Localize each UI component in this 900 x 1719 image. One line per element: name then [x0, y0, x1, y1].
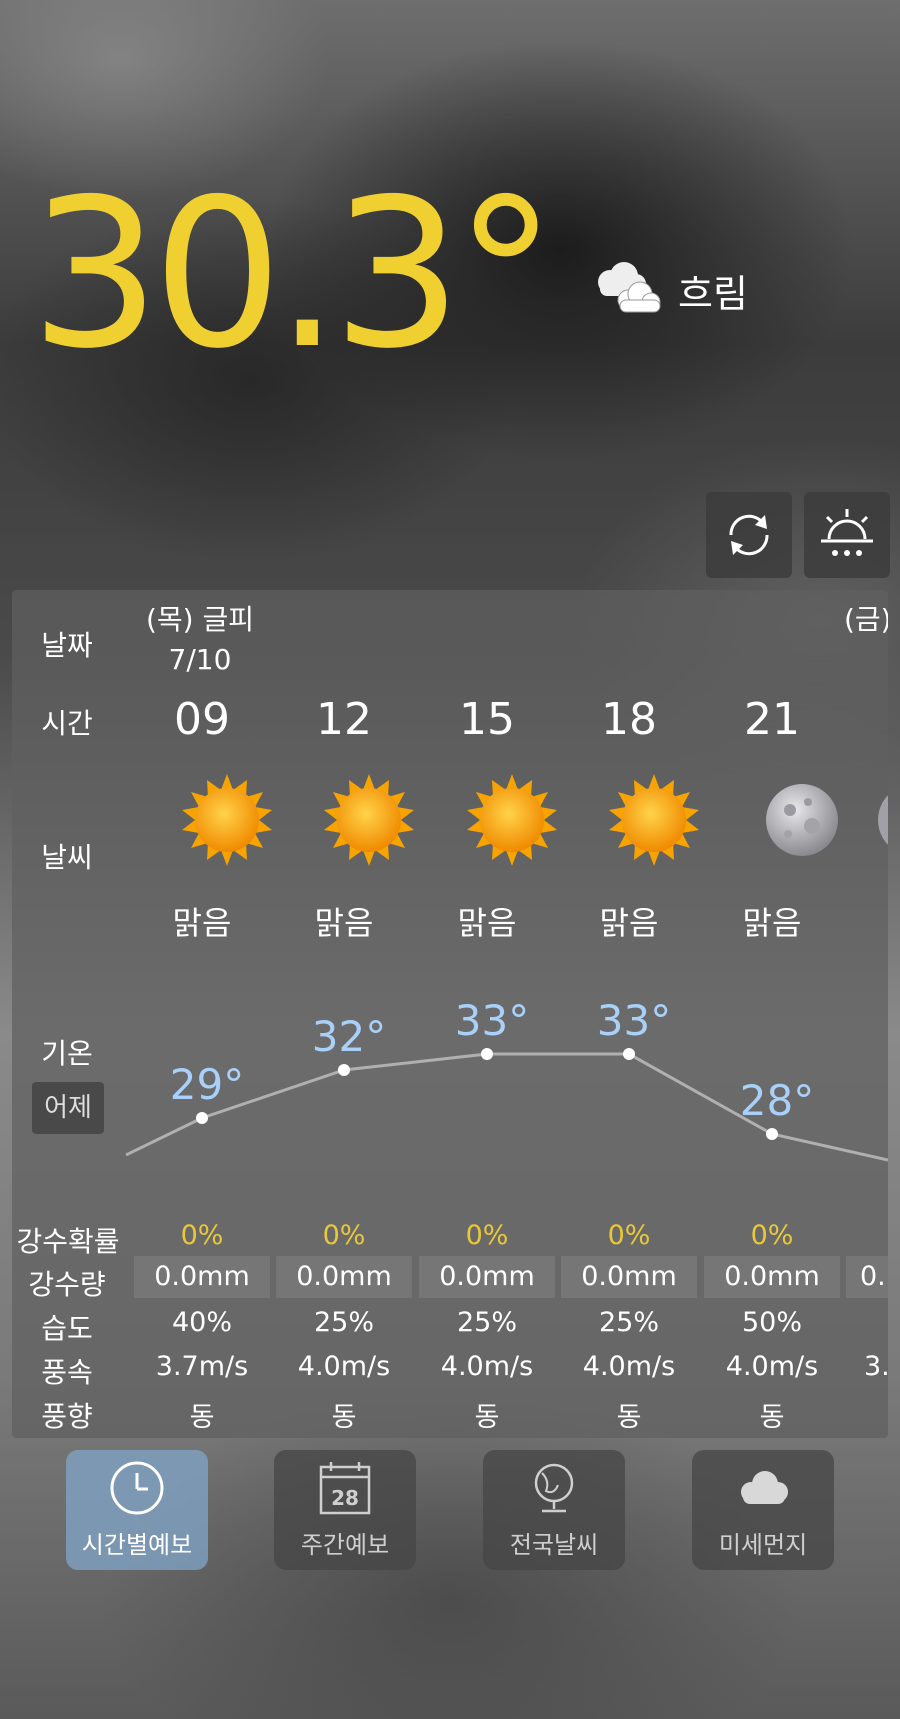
nav-label: 미세먼지	[718, 1531, 808, 1559]
humidity-cell: 25%	[313, 1307, 374, 1338]
sunrise-icon	[821, 509, 873, 556]
nav-label: 주간예보	[300, 1531, 390, 1559]
pop-cell: 0%	[465, 1220, 509, 1251]
globe-icon	[534, 1463, 574, 1513]
pop-cell: 0%	[322, 1220, 366, 1251]
wind-dir-cell: 동	[616, 1402, 642, 1433]
humidity-cell: 25%	[598, 1307, 659, 1338]
rain-cell: 0.	[846, 1256, 888, 1298]
cloud-icon	[741, 1471, 788, 1504]
calendar-icon: 28	[319, 1462, 371, 1515]
temperature-point	[766, 1128, 778, 1140]
cloudy-icon	[588, 258, 664, 322]
temperature-point	[338, 1064, 350, 1076]
label-wind-speed: 풍속	[41, 1356, 93, 1389]
nav-fine-dust[interactable]: 미세먼지	[692, 1450, 834, 1570]
humidity-cell: 40%	[171, 1307, 232, 1338]
wind-dir-cell: 동	[189, 1402, 215, 1433]
temperature-point	[623, 1048, 635, 1060]
current-condition: 흐림	[588, 258, 748, 322]
calendar-day: 28	[331, 1486, 359, 1510]
temperature-point	[196, 1112, 208, 1124]
current-temperature: 30.3°	[30, 156, 557, 394]
rain-cell: 0.0mm	[704, 1256, 840, 1298]
refresh-button[interactable]	[706, 492, 792, 578]
humidity-cell: 50%	[741, 1307, 802, 1338]
rain-cell: 0.0mm	[276, 1256, 412, 1298]
wind-dir-cell: 동	[474, 1402, 500, 1433]
rain-cell: 0.0mm	[419, 1256, 555, 1298]
temperature-label: 33°	[596, 996, 672, 1045]
hourly-forecast-panel[interactable]: 날짜 시간 날씨 기온 어제 강수확률 강수량 습도 풍속 풍향 (목) 글피 …	[12, 590, 888, 1438]
pop-cell: 0%	[607, 1220, 651, 1251]
clock-icon	[110, 1461, 164, 1515]
pop-cell: 0%	[750, 1220, 794, 1251]
wind-dir-cell: 동	[759, 1402, 785, 1433]
wind-speed-cell: 4.0m/s	[297, 1351, 391, 1382]
humidity-cell: 25%	[456, 1307, 517, 1338]
wind-dir-cell: 동	[331, 1402, 357, 1433]
nav-weekly-forecast[interactable]: 28 주간예보	[274, 1450, 416, 1570]
nav-label: 전국날씨	[509, 1531, 599, 1559]
pop-cell: 0%	[180, 1220, 224, 1251]
current-condition-label: 흐림	[678, 271, 748, 316]
wind-speed-cell: 4.0m/s	[440, 1351, 534, 1382]
wind-speed-cell: 3.	[864, 1351, 888, 1382]
label-wind-dir: 풍향	[41, 1400, 93, 1433]
label-humidity: 습도	[41, 1312, 93, 1345]
rain-cell: 0.0mm	[561, 1256, 697, 1298]
wind-speed-cell: 4.0m/s	[725, 1351, 819, 1382]
temperature-label: 29°	[169, 1060, 245, 1109]
refresh-icon	[729, 514, 769, 556]
nav-national-weather[interactable]: 전국날씨	[483, 1450, 625, 1570]
temperature-label: 28°	[739, 1076, 815, 1125]
rain-cell: 0.0mm	[134, 1256, 270, 1298]
wind-speed-cell: 4.0m/s	[582, 1351, 676, 1382]
wind-speed-cell: 3.7m/s	[155, 1351, 249, 1382]
nav-label: 시간별예보	[81, 1531, 193, 1559]
label-pop: 강수확률	[16, 1225, 120, 1258]
sunrise-button[interactable]	[804, 492, 890, 578]
nav-hourly-forecast[interactable]: 시간별예보	[66, 1450, 208, 1570]
temperature-point	[481, 1048, 493, 1060]
label-rain: 강수량	[28, 1268, 106, 1301]
temperature-label: 32°	[311, 1012, 387, 1061]
temperature-label: 33°	[454, 996, 530, 1045]
